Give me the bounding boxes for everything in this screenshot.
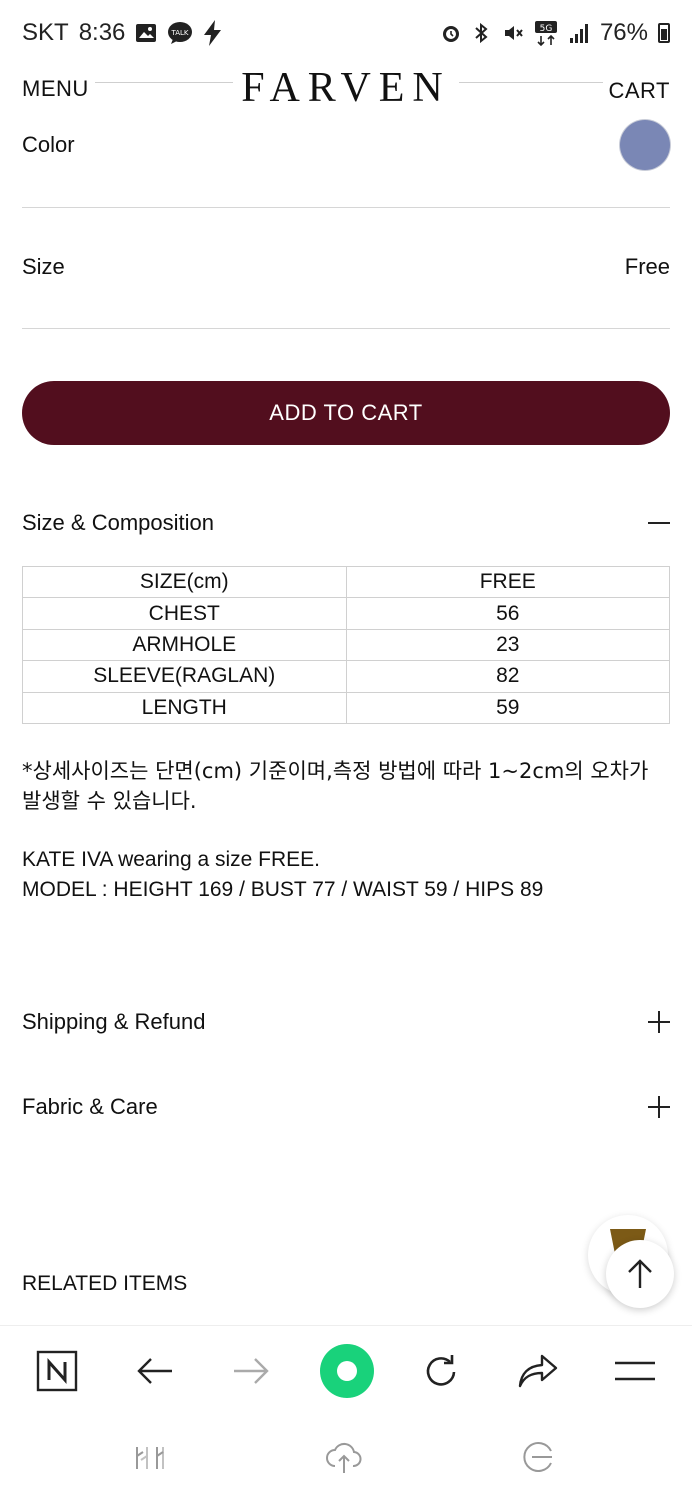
status-right: 5G 76% (440, 19, 670, 47)
model-line: KATE IVA wearing a size FREE. (22, 848, 320, 871)
kakaotalk-icon: TALK (167, 21, 193, 45)
model-info: KATE IVA wearing a size FREE. MODEL : HE… (22, 845, 672, 905)
green-dot-icon[interactable] (318, 1342, 376, 1400)
table-cell: CHEST (22, 597, 347, 630)
size-label: Size (22, 254, 65, 279)
divider (22, 328, 670, 329)
menu-icon[interactable] (610, 1346, 660, 1396)
related-items-title: RELATED ITEMS (22, 1272, 188, 1295)
table-row: CHEST 56 (22, 597, 670, 630)
gesture-icon[interactable] (518, 1437, 558, 1477)
size-row: Size Free (22, 252, 670, 282)
color-label: Color (22, 132, 75, 157)
fabric-care-title: Fabric & Care (22, 1094, 158, 1119)
status-left: SKT 8:36 TALK (22, 19, 223, 47)
naver-icon[interactable] (32, 1346, 82, 1396)
bluetooth-icon (472, 22, 492, 44)
table-row: SIZE(cm) FREE (22, 565, 670, 599)
size-value[interactable]: Free (625, 254, 670, 280)
battery-percent: 76% (599, 19, 648, 46)
refresh-icon[interactable] (416, 1346, 466, 1396)
size-composition-title: Size & Composition (22, 510, 214, 535)
recent-apps-icon[interactable] (130, 1437, 170, 1477)
cart-button[interactable]: CART (602, 78, 670, 104)
plus-icon[interactable] (648, 1011, 670, 1033)
divider (22, 207, 670, 208)
svg-text:5G: 5G (540, 24, 553, 34)
table-row: SLEEVE(RAGLAN) 82 (22, 660, 670, 693)
add-to-cart-button[interactable]: ADD TO CART (22, 381, 670, 445)
menu-button[interactable]: MENU (22, 76, 95, 102)
fabric-care-header[interactable]: Fabric & Care (22, 1092, 670, 1122)
table-row: ARMHOLE 23 (22, 628, 670, 662)
table-cell: 56 (345, 597, 670, 630)
signal-icon (568, 22, 590, 44)
table-cell: 82 (345, 660, 670, 693)
logo-text: FARVEN (233, 65, 459, 111)
table-cell: ARMHOLE (22, 628, 347, 662)
mute-icon (502, 22, 524, 44)
bolt-icon (203, 20, 223, 46)
browser-toolbar (0, 1325, 692, 1415)
shipping-refund-title: Shipping & Refund (22, 1009, 206, 1034)
table-cell: SIZE(cm) (22, 565, 347, 599)
5g-icon: 5G (534, 20, 558, 46)
size-table: SIZE(cm) FREE CHEST 56 ARMHOLE 23 SLEEVE… (22, 565, 670, 724)
table-cell: 23 (345, 628, 670, 662)
size-composition-header[interactable]: Size & Composition (22, 508, 670, 538)
add-to-cart-label: ADD TO CART (269, 400, 423, 425)
site-header: FARVEN MENU CART (0, 60, 692, 120)
brand-logo[interactable]: FARVEN (0, 64, 692, 112)
forward-icon[interactable] (226, 1346, 276, 1396)
scroll-top-button[interactable] (606, 1240, 674, 1308)
alarm-icon (440, 22, 462, 44)
table-cell: SLEEVE(RAGLAN) (22, 660, 347, 693)
plus-icon[interactable] (648, 1096, 670, 1118)
color-swatch[interactable] (620, 120, 670, 170)
minus-icon[interactable] (648, 512, 670, 534)
table-row: LENGTH 59 (22, 691, 670, 724)
battery-icon (658, 23, 670, 43)
shipping-refund-header[interactable]: Shipping & Refund (22, 1007, 670, 1037)
table-cell: FREE (345, 565, 670, 599)
svg-text:TALK: TALK (171, 29, 189, 37)
system-nav-bar (0, 1415, 692, 1500)
time: 8:36 (78, 19, 126, 46)
color-row: Color (22, 118, 670, 172)
model-line: MODEL : HEIGHT 169 / BUST 77 / WAIST 59 … (22, 878, 544, 901)
table-cell: 59 (345, 691, 670, 724)
status-bar: SKT 8:36 TALK 5G 76% (0, 0, 692, 66)
carrier: SKT (22, 19, 69, 46)
table-cell: LENGTH (22, 691, 347, 724)
arrow-up-icon (628, 1259, 652, 1288)
gallery-icon (135, 22, 157, 44)
size-note: *상세사이즈는 단면(cm) 기준이며,측정 방법에 따라 1~2cm의 오차가… (22, 759, 649, 813)
share-icon[interactable] (513, 1346, 563, 1396)
cloud-icon[interactable] (324, 1437, 364, 1477)
back-icon[interactable] (130, 1346, 180, 1396)
